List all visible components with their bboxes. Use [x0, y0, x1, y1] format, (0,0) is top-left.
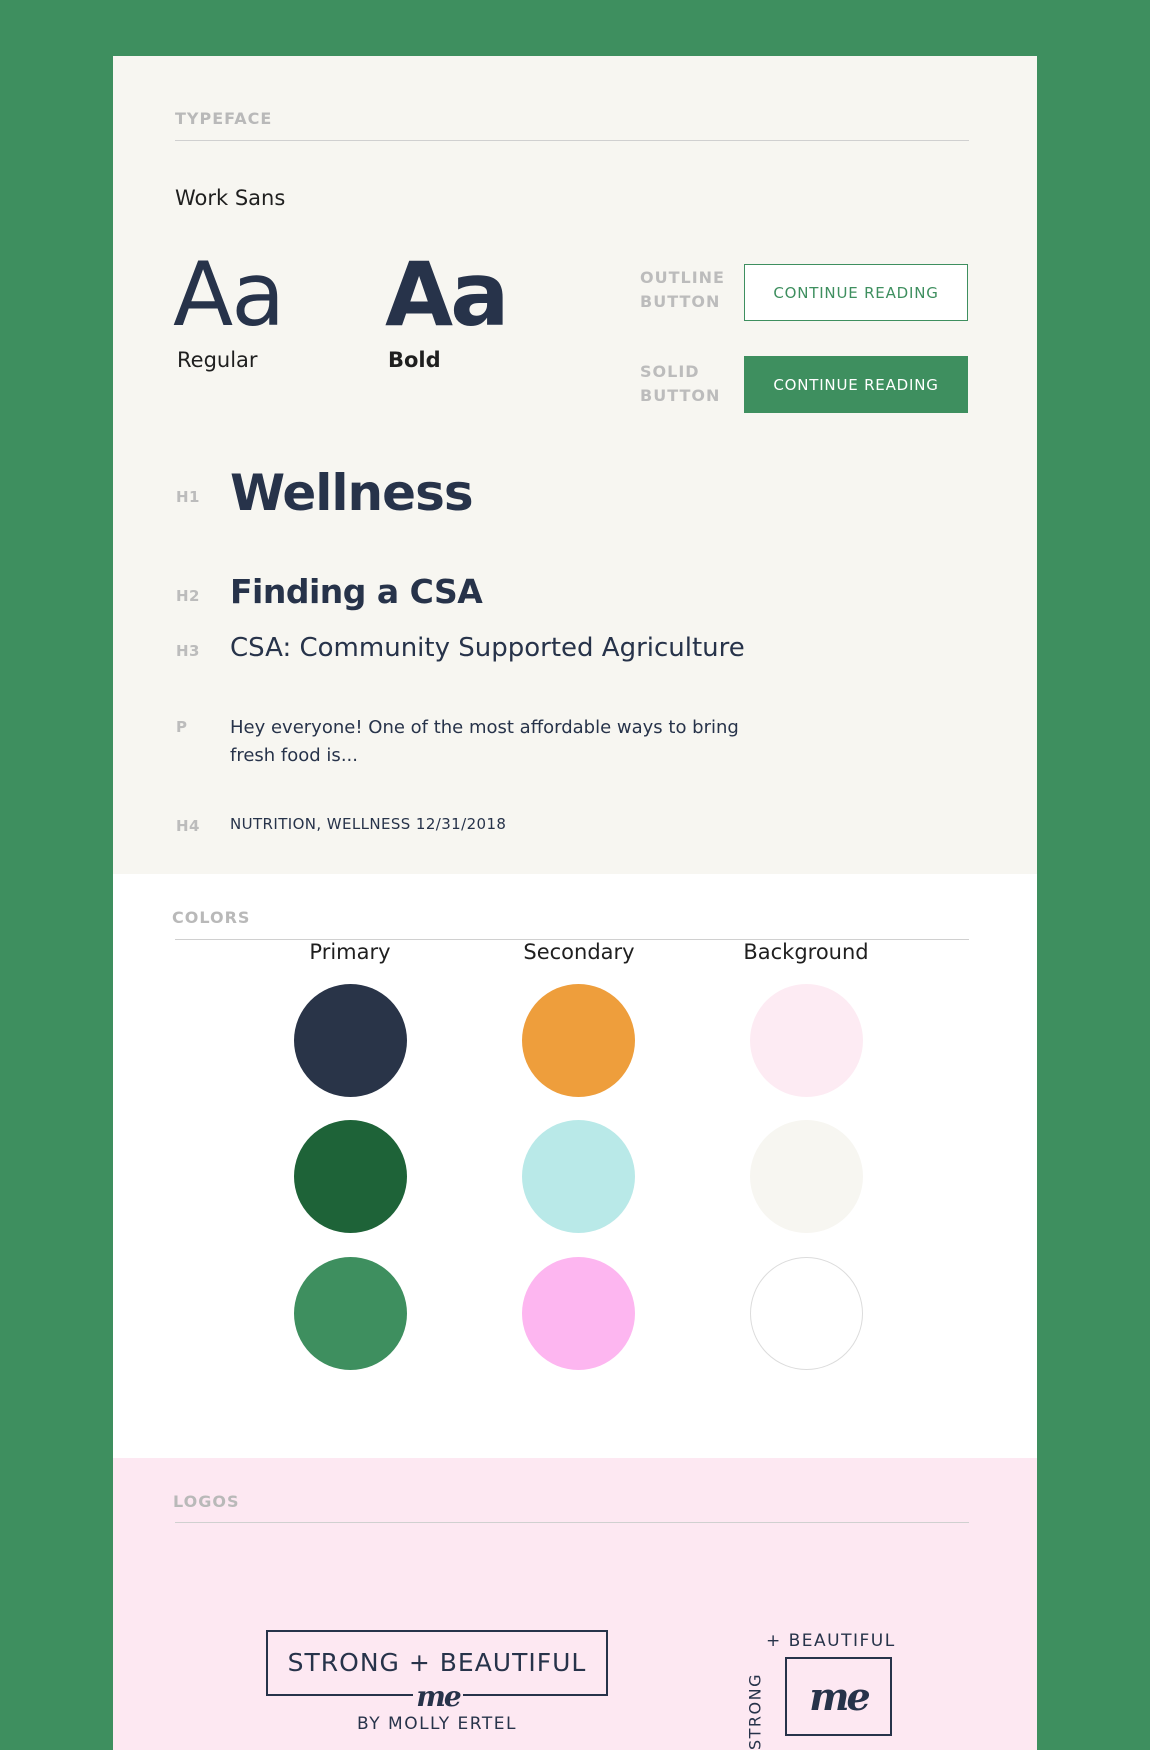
- secondary-logo-mark: me: [785, 1657, 892, 1736]
- colors-section: COLORS Primary Secondary Background: [113, 874, 1037, 1458]
- h1-sample: Wellness: [230, 464, 474, 522]
- h1-tag: H1: [176, 488, 200, 506]
- secondary-logo-top-text: + BEAUTIFUL: [766, 1631, 896, 1651]
- secondary-logo-side-text: STRONG: [745, 1673, 765, 1750]
- typeface-section: TYPEFACE Work Sans Aa Aa Regular Bold OU…: [113, 56, 1037, 874]
- color-swatch-primary-3: [293, 1257, 407, 1370]
- h2-sample: Finding a CSA: [230, 572, 483, 611]
- color-swatch-secondary-2: [521, 1120, 635, 1233]
- style-guide-card: TYPEFACE Work Sans Aa Aa Regular Bold OU…: [113, 56, 1037, 1750]
- solid-continue-reading-button[interactable]: CONTINUE READING: [744, 356, 968, 413]
- h3-sample: CSA: Community Supported Agriculture: [230, 633, 745, 663]
- solid-button-label-line2: BUTTON: [640, 386, 721, 405]
- color-swatch-background-3: [749, 1257, 863, 1370]
- h4-sample: NUTRITION, WELLNESS 12/31/2018: [230, 815, 507, 833]
- paragraph-sample: Hey everyone! One of the most affordable…: [230, 717, 739, 766]
- color-swatch-background-2: [749, 1120, 863, 1233]
- outline-button-label-line1: OUTLINE: [640, 268, 725, 287]
- bold-label: Bold: [388, 348, 441, 372]
- typeface-section-title: TYPEFACE: [175, 109, 273, 128]
- primary-logo-script: me: [413, 1680, 463, 1714]
- regular-sample: Aa: [173, 243, 285, 346]
- primary-logo-byline: BY MOLLY ERTEL: [357, 1714, 517, 1734]
- typeface-divider: [175, 140, 969, 141]
- logos-divider: [175, 1522, 969, 1523]
- outline-continue-reading-button[interactable]: CONTINUE READING: [744, 264, 968, 321]
- primary-column-heading: Primary: [309, 940, 391, 964]
- secondary-column-heading: Secondary: [523, 940, 635, 964]
- color-swatch-primary-1: [293, 984, 407, 1097]
- color-swatch-secondary-3: [521, 1257, 635, 1370]
- font-name: Work Sans: [175, 186, 286, 210]
- primary-logo-text: STRONG + BEAUTIFUL: [287, 1648, 587, 1677]
- background-column-heading: Background: [743, 940, 869, 964]
- h4-tag: H4: [176, 817, 200, 835]
- solid-button-label: SOLID BUTTON: [640, 360, 720, 408]
- logos-section-title: LOGOS: [173, 1492, 240, 1511]
- color-swatch-secondary-1: [521, 984, 635, 1097]
- p-tag: P: [176, 718, 188, 736]
- color-swatch-background-1: [749, 984, 863, 1097]
- outline-button-label: OUTLINE BUTTON: [640, 266, 725, 314]
- solid-button-label-line1: SOLID: [640, 362, 700, 381]
- logos-section: LOGOS STRONG + BEAUTIFUL me BY MOLLY ERT…: [113, 1458, 1037, 1750]
- color-swatch-primary-2: [293, 1120, 407, 1233]
- bold-sample: Aa: [385, 243, 509, 346]
- outline-button-label-line2: BUTTON: [640, 292, 721, 311]
- h3-tag: H3: [176, 642, 200, 660]
- h2-tag: H2: [176, 587, 200, 605]
- regular-label: Regular: [177, 348, 258, 372]
- colors-section-title: COLORS: [172, 908, 251, 927]
